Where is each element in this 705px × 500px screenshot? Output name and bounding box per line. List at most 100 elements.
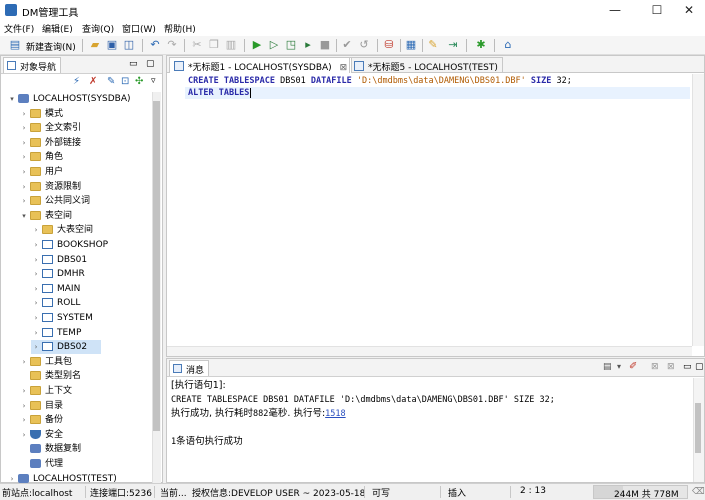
debug-run-icon[interactable]: ⇥ — [446, 38, 460, 52]
collapsed-arrow-icon[interactable]: › — [19, 136, 29, 150]
collapsed-arrow-icon[interactable]: › — [19, 384, 29, 398]
expand-icon[interactable]: ✣ — [135, 76, 143, 87]
editor-horizontal-scrollbar[interactable] — [167, 346, 692, 356]
messages-scrollbar-thumb[interactable] — [695, 403, 701, 453]
clear-console-icon[interactable]: ▤ — [603, 362, 612, 372]
collapsed-arrow-icon[interactable]: › — [19, 165, 29, 179]
view-menu-icon[interactable]: ⊡ — [121, 76, 129, 87]
connect-icon[interactable]: ⚡ — [73, 76, 80, 87]
collapsed-arrow-icon[interactable]: › — [19, 355, 29, 369]
code-text: 32; — [551, 76, 572, 86]
collapsed-arrow-icon[interactable]: › — [19, 413, 29, 427]
collapsed-arrow-icon[interactable]: › — [19, 121, 29, 135]
home-icon[interactable]: ⌂ — [501, 38, 515, 52]
tree-node-label: DMHR — [57, 269, 85, 280]
copy-icon[interactable]: ❐ — [207, 38, 221, 52]
tab-query5[interactable]: *无标题5 - LOCALHOST(TEST) — [349, 57, 503, 73]
close-button[interactable]: ✕ — [672, 0, 705, 20]
maximize-view-icon[interactable]: ▢ — [146, 59, 155, 69]
collapsed-arrow-icon[interactable]: › — [31, 223, 41, 237]
status-license: 授权信息:DEVELOP USER ~ 2023-05-18 — [192, 489, 366, 499]
disconnect-icon[interactable]: ✗ — [89, 76, 97, 87]
new-query-button[interactable]: 新建查询(N) — [26, 40, 76, 53]
paste-icon[interactable]: ▥ — [224, 38, 238, 52]
navigator-scrollbar-thumb[interactable] — [153, 101, 160, 431]
folder-icon — [30, 152, 41, 162]
collapsed-arrow-icon[interactable]: › — [19, 399, 29, 413]
commit-icon[interactable]: ✔ — [340, 38, 354, 52]
collapsed-arrow-icon[interactable]: › — [19, 150, 29, 164]
maximize-view-icon[interactable]: ▢ — [695, 362, 704, 372]
collapsed-arrow-icon[interactable]: › — [31, 340, 41, 354]
explain-icon[interactable]: ◳ — [284, 38, 298, 52]
remove-icon[interactable]: ⊠ — [651, 362, 659, 372]
collapsed-arrow-icon[interactable]: › — [19, 194, 29, 208]
open-folder-icon[interactable]: ▰ — [88, 38, 102, 52]
heap-usage-text: 244M 共 778M — [614, 490, 679, 500]
minimize-view-icon[interactable]: ▭ — [683, 362, 692, 372]
tree-node-label: DBS01 — [57, 254, 88, 265]
collapsed-arrow-icon[interactable]: › — [19, 180, 29, 194]
tree-node[interactable]: › DBS02 — [31, 340, 101, 355]
minimize-button[interactable]: — — [598, 0, 632, 20]
collapsed-arrow-icon[interactable]: › — [31, 253, 41, 267]
debug-bug-icon[interactable]: ✱ — [474, 38, 488, 52]
menu-help[interactable]: 帮助(H) — [164, 22, 196, 35]
toolbar-separator — [184, 39, 185, 52]
redo-icon[interactable]: ↷ — [165, 38, 179, 52]
expanded-arrow-icon[interactable]: ▾ — [19, 209, 29, 223]
edit-icon[interactable]: ✎ — [107, 76, 115, 87]
menu-window[interactable]: 窗口(W) — [122, 22, 156, 35]
collapsed-arrow-icon[interactable]: › — [31, 311, 41, 325]
grid-icon[interactable]: ▦ — [404, 38, 418, 52]
sql-editor-text[interactable]: CREATE TABLESPACE DBS01 DATAFILE 'D:\dmd… — [167, 74, 692, 346]
tree-node-label: TEMP — [57, 327, 82, 338]
collapsed-arrow-icon[interactable]: › — [19, 107, 29, 121]
keyword: ALTER TABLES — [188, 88, 250, 98]
cut-icon[interactable]: ✂ — [190, 38, 204, 52]
collapsed-arrow-icon[interactable]: › — [31, 326, 41, 340]
save-all-icon[interactable]: ◫ — [122, 38, 136, 52]
tree-node-label: 目录 — [45, 400, 64, 411]
chevron-down-icon[interactable]: ▿ — [151, 76, 156, 86]
tab-close-icon[interactable]: ⊠ — [340, 63, 348, 73]
editor-vertical-scrollbar[interactable] — [692, 74, 704, 346]
collapsed-arrow-icon[interactable]: › — [31, 282, 41, 296]
brush-icon[interactable]: ✐ — [629, 361, 637, 372]
execution-id-link[interactable]: 1518 — [325, 409, 345, 419]
expanded-arrow-icon[interactable]: ▾ — [7, 92, 17, 106]
menu-file[interactable]: 文件(F) — [4, 22, 34, 35]
keyword: SIZE — [525, 76, 552, 86]
save-icon[interactable]: ▣ — [105, 38, 119, 52]
menu-edit[interactable]: 编辑(E) — [42, 22, 73, 35]
folder-icon — [30, 196, 41, 206]
collapsed-arrow-icon[interactable]: › — [31, 267, 41, 281]
collapsed-arrow-icon[interactable]: › — [31, 238, 41, 252]
folder-icon — [30, 356, 41, 366]
new-query-icon[interactable]: ▤ — [8, 38, 22, 52]
minimize-view-icon[interactable]: ▭ — [129, 59, 138, 69]
tab-query1[interactable]: *无标题1 - LOCALHOST(SYSDBA) ⊠ — [169, 57, 353, 73]
remove-all-icon[interactable]: ⊠ — [667, 362, 675, 372]
collapsed-arrow-icon[interactable]: › — [31, 296, 41, 310]
tree-node-label: 工具包 — [45, 356, 73, 367]
tree-node-label: MAIN — [57, 283, 81, 294]
chevron-down-icon[interactable]: ▾ — [617, 362, 621, 371]
garbage-collect-icon[interactable]: ⌫ — [692, 487, 705, 497]
run-script-icon[interactable]: ▷ — [267, 38, 281, 52]
run-icon[interactable]: ▶ — [250, 38, 264, 52]
menu-query[interactable]: 查询(Q) — [82, 22, 114, 35]
history-icon[interactable]: ⛁ — [382, 38, 396, 52]
run-selection-icon[interactable]: ▸ — [301, 38, 315, 52]
format-icon[interactable]: ✎ — [426, 38, 440, 52]
rollback-icon[interactable]: ↺ — [357, 38, 371, 52]
maximize-button[interactable]: ☐ — [640, 0, 674, 20]
title-bar: DM管理工具 — ☐ ✕ — [0, 0, 705, 20]
stop-icon[interactable]: ■ — [318, 38, 332, 52]
tab-messages[interactable]: 消息 — [169, 360, 210, 376]
sql-editor-panel: *无标题1 - LOCALHOST(SYSDBA) ⊠ *无标题5 - LOCA… — [166, 55, 705, 357]
tab-object-navigator[interactable]: 对象导航 — [3, 57, 62, 73]
collapsed-arrow-icon[interactable]: › — [19, 428, 29, 442]
folder-icon — [30, 210, 41, 220]
undo-icon[interactable]: ↶ — [148, 38, 162, 52]
